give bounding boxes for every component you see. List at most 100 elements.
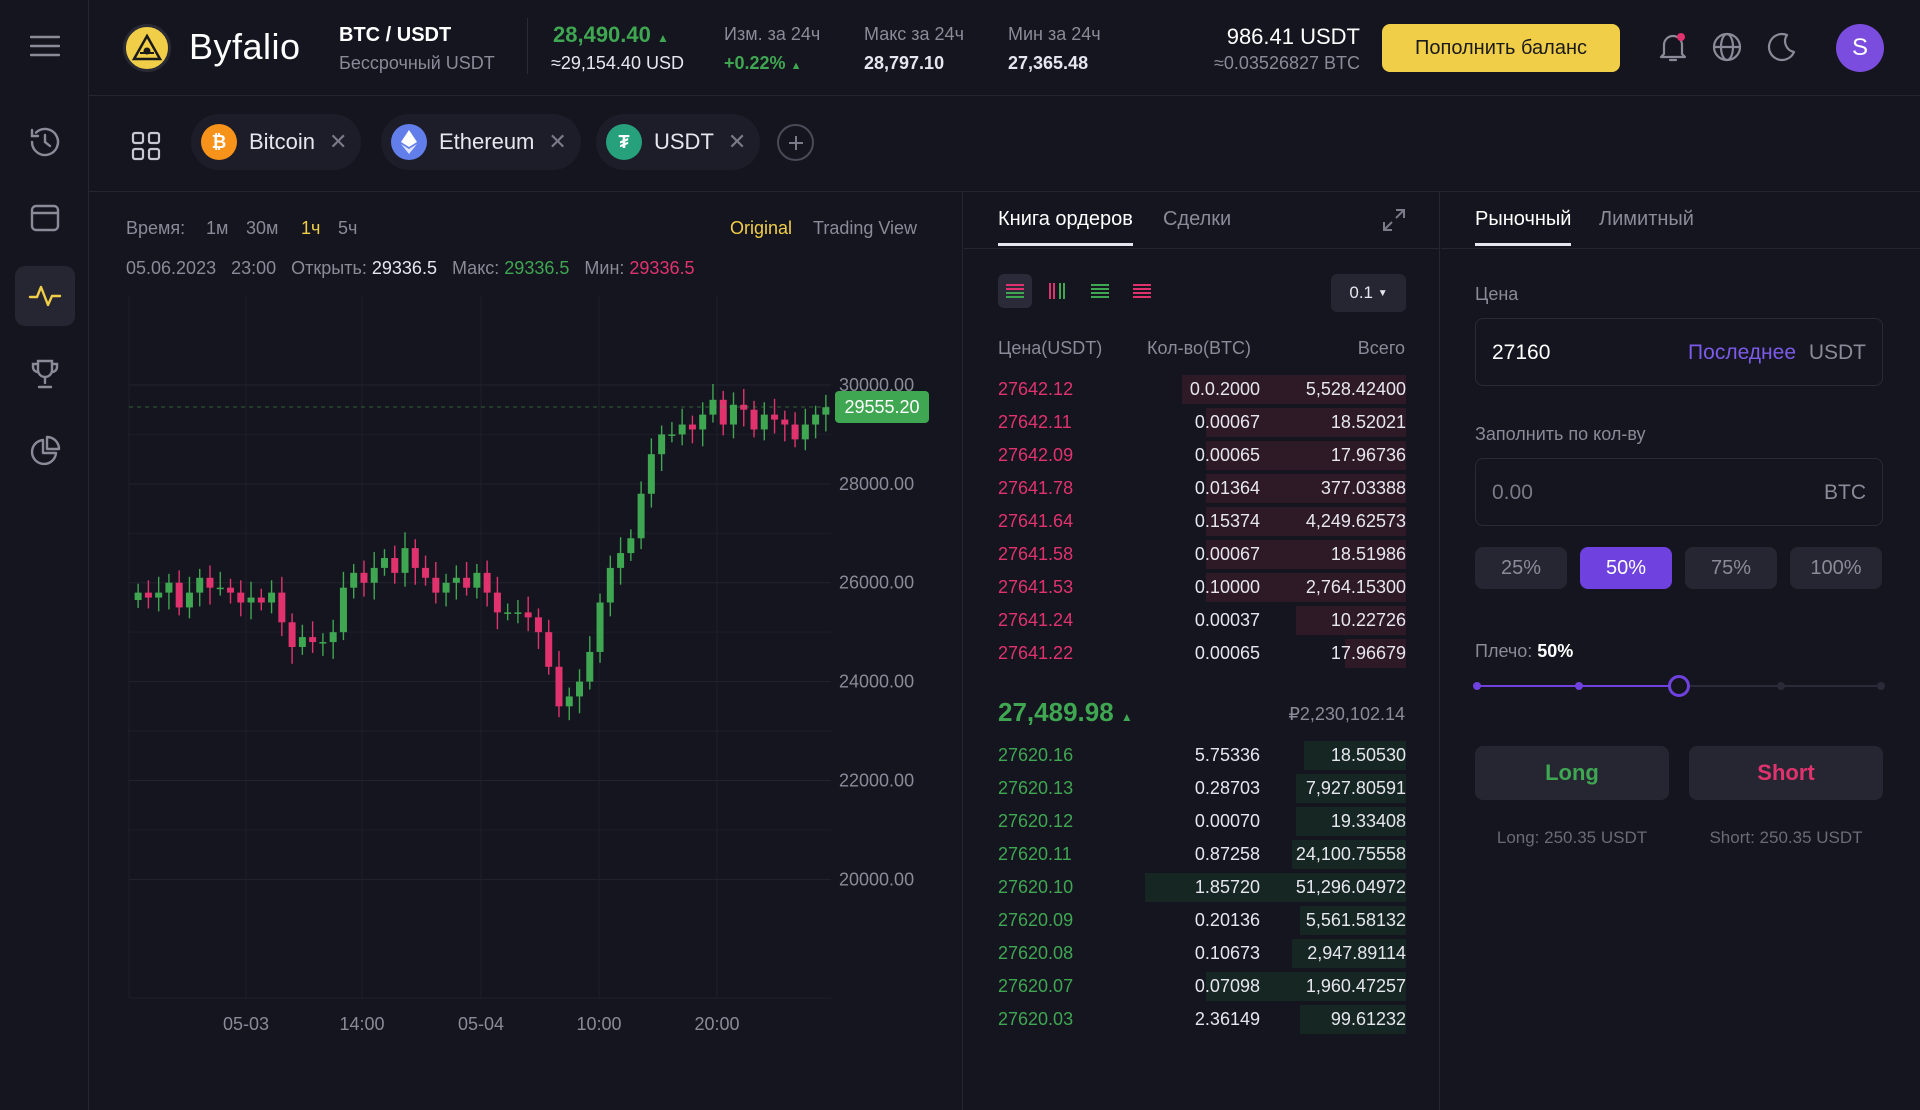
view-bids-icon[interactable] xyxy=(1083,274,1117,308)
ask-row[interactable]: 27642.11 0.00067 18.52021 xyxy=(998,406,1406,439)
y-tick-label: 24000.00 xyxy=(839,672,914,692)
menu-icon[interactable] xyxy=(15,16,75,76)
bid-total: 5,561.58132 xyxy=(1305,910,1406,930)
tab-orderbook[interactable]: Книга ордеров xyxy=(998,208,1133,246)
ask-row[interactable]: 27641.22 0.00065 17.96679 xyxy=(998,637,1406,670)
bid-total: 7,927.80591 xyxy=(1305,778,1406,798)
candle xyxy=(740,388,748,427)
qty-placeholder: 0.00 xyxy=(1492,481,1533,504)
app-root: Byfalio BTC / USDT Бессрочный USDT 28,49… xyxy=(0,0,1920,1110)
timeframe-30m[interactable]: 30м xyxy=(246,218,278,239)
user-avatar[interactable]: S xyxy=(1836,24,1884,72)
orderbook-panel: Книга ордеров Сделки 0.1 ▼ Цена(USDT) Ко… xyxy=(964,192,1440,1110)
theme-moon-icon[interactable] xyxy=(1765,31,1797,68)
close-icon[interactable]: ✕ xyxy=(728,129,746,155)
view-both-icon[interactable] xyxy=(998,274,1032,308)
candle xyxy=(268,580,276,614)
leverage-slider[interactable] xyxy=(1473,675,1885,699)
ask-row[interactable]: 27641.58 0.00067 18.51986 xyxy=(998,538,1406,571)
deposit-button[interactable]: Пополнить баланс xyxy=(1382,24,1620,72)
view-tradingview[interactable]: Trading View xyxy=(813,218,917,239)
qty-input[interactable]: 0.00 BTC xyxy=(1475,458,1883,526)
portfolio-pie-icon[interactable] xyxy=(15,422,75,482)
bid-total: 24,100.75558 xyxy=(1295,844,1406,864)
expand-icon[interactable] xyxy=(1382,208,1406,237)
bid-row[interactable]: 27620.09 0.20136 5,561.58132 xyxy=(998,904,1406,937)
coin-tab-ethereum[interactable]: Ethereum ✕ xyxy=(381,114,581,170)
candle xyxy=(237,580,245,617)
percent-75-button[interactable]: 75% xyxy=(1685,547,1777,589)
price-input[interactable]: 27160 Последнее USDT xyxy=(1475,318,1883,386)
tab-market[interactable]: Рыночный xyxy=(1475,208,1572,246)
ask-total: 10.22726 xyxy=(1330,610,1406,630)
candle xyxy=(422,555,430,586)
notification-bell-icon[interactable] xyxy=(1656,30,1690,69)
ask-row[interactable]: 27642.09 0.00065 17.96736 xyxy=(998,439,1406,472)
y-tick-label: 20000.00 xyxy=(839,869,914,889)
close-icon[interactable]: ✕ xyxy=(548,129,566,155)
balance-btc: ≈0.03526827 BTC xyxy=(1214,53,1360,73)
precision-select[interactable]: 0.1 ▼ xyxy=(1331,274,1406,312)
candlestick-chart[interactable]: 30000.0028000.0026000.0024000.0022000.00… xyxy=(89,292,963,1092)
price-label: Цена xyxy=(1475,284,1519,304)
bid-row[interactable]: 27620.08 0.10673 2,947.89114 xyxy=(998,937,1406,970)
wallet-icon[interactable] xyxy=(15,188,75,248)
history-icon[interactable] xyxy=(15,112,75,172)
timeframe-1m[interactable]: 1м xyxy=(206,218,228,239)
ask-total: 17.96679 xyxy=(1330,643,1406,663)
close-icon[interactable]: ✕ xyxy=(329,129,347,155)
ask-row[interactable]: 27641.24 0.00037 10.22726 xyxy=(998,604,1406,637)
candle xyxy=(565,687,573,721)
tab-limit[interactable]: Лимитный xyxy=(1599,208,1694,231)
bid-row[interactable]: 27620.16 5.75336 18.50530 xyxy=(998,739,1406,772)
coin-tab-usdt[interactable]: ₮ USDT ✕ xyxy=(596,114,761,170)
percent-25-button[interactable]: 25% xyxy=(1475,547,1567,589)
language-globe-icon[interactable] xyxy=(1711,31,1743,68)
price-value: 27160 xyxy=(1492,341,1551,364)
mid-price: 27,489.98 ▲ xyxy=(998,697,1133,727)
timeframe-5h[interactable]: 5ч xyxy=(338,218,357,239)
ask-row[interactable]: 27641.64 0.15374 4,249.62573 xyxy=(998,505,1406,538)
timeframe-1h[interactable]: 1ч xyxy=(301,218,320,239)
view-original[interactable]: Original xyxy=(730,218,792,239)
ask-row[interactable]: 27641.78 0.01364 377.03388 xyxy=(998,472,1406,505)
low-value: 29336.5 xyxy=(629,258,695,278)
candle xyxy=(576,669,584,714)
bid-row[interactable]: 27620.12 0.00070 19.33408 xyxy=(998,805,1406,838)
bid-row[interactable]: 27620.03 2.36149 99.61232 xyxy=(998,1003,1406,1036)
y-tick-label: 22000.00 xyxy=(839,770,914,790)
chart-panel: Время: 1м 30м 1ч 5ч Original Trading Vie… xyxy=(89,192,963,1110)
percent-50-button[interactable]: 50% xyxy=(1580,547,1672,589)
percent-100-button[interactable]: 100% xyxy=(1790,547,1882,589)
leverage-info: Плечо: 50% xyxy=(1475,641,1573,662)
slider-thumb[interactable] xyxy=(1668,675,1690,697)
ask-qty: 0.01364 xyxy=(1194,478,1260,498)
coin-tab-bitcoin[interactable]: ₿ Bitcoin ✕ xyxy=(191,114,362,170)
bid-row[interactable]: 27620.10 1.85720 51,296.04972 xyxy=(998,871,1406,904)
bid-row[interactable]: 27620.13 0.28703 7,927.80591 xyxy=(998,772,1406,805)
candle xyxy=(709,383,717,423)
tab-trades[interactable]: Сделки xyxy=(1163,208,1231,231)
add-tab-button[interactable] xyxy=(777,124,814,161)
price-last-link[interactable]: Последнее xyxy=(1688,341,1796,365)
chevron-down-icon: ▼ xyxy=(1377,287,1388,299)
precision-value: 0.1 xyxy=(1349,283,1373,302)
high-value: 28,797.10 xyxy=(864,53,945,73)
candle xyxy=(586,636,594,690)
candle xyxy=(350,563,358,599)
grid-view-icon[interactable] xyxy=(131,131,161,166)
candle xyxy=(524,596,532,632)
view-columns-icon[interactable] xyxy=(1041,274,1075,308)
ask-row[interactable]: 27642.12 0.0.2000 5,528.42400 xyxy=(998,373,1406,406)
ask-qty: 0.10000 xyxy=(1194,577,1260,597)
bid-row[interactable]: 27620.07 0.07098 1,960.47257 xyxy=(998,970,1406,1003)
long-button[interactable]: Long xyxy=(1475,746,1669,800)
trading-activity-icon[interactable] xyxy=(15,266,75,326)
ask-row[interactable]: 27641.53 0.10000 2,764.15300 xyxy=(998,571,1406,604)
candle xyxy=(257,588,265,611)
bid-row[interactable]: 27620.11 0.87258 24,100.75558 xyxy=(998,838,1406,871)
ask-price: 27642.12 xyxy=(998,379,1074,399)
short-button[interactable]: Short xyxy=(1689,746,1883,800)
trophy-icon[interactable] xyxy=(15,344,75,404)
view-asks-icon[interactable] xyxy=(1125,274,1159,308)
